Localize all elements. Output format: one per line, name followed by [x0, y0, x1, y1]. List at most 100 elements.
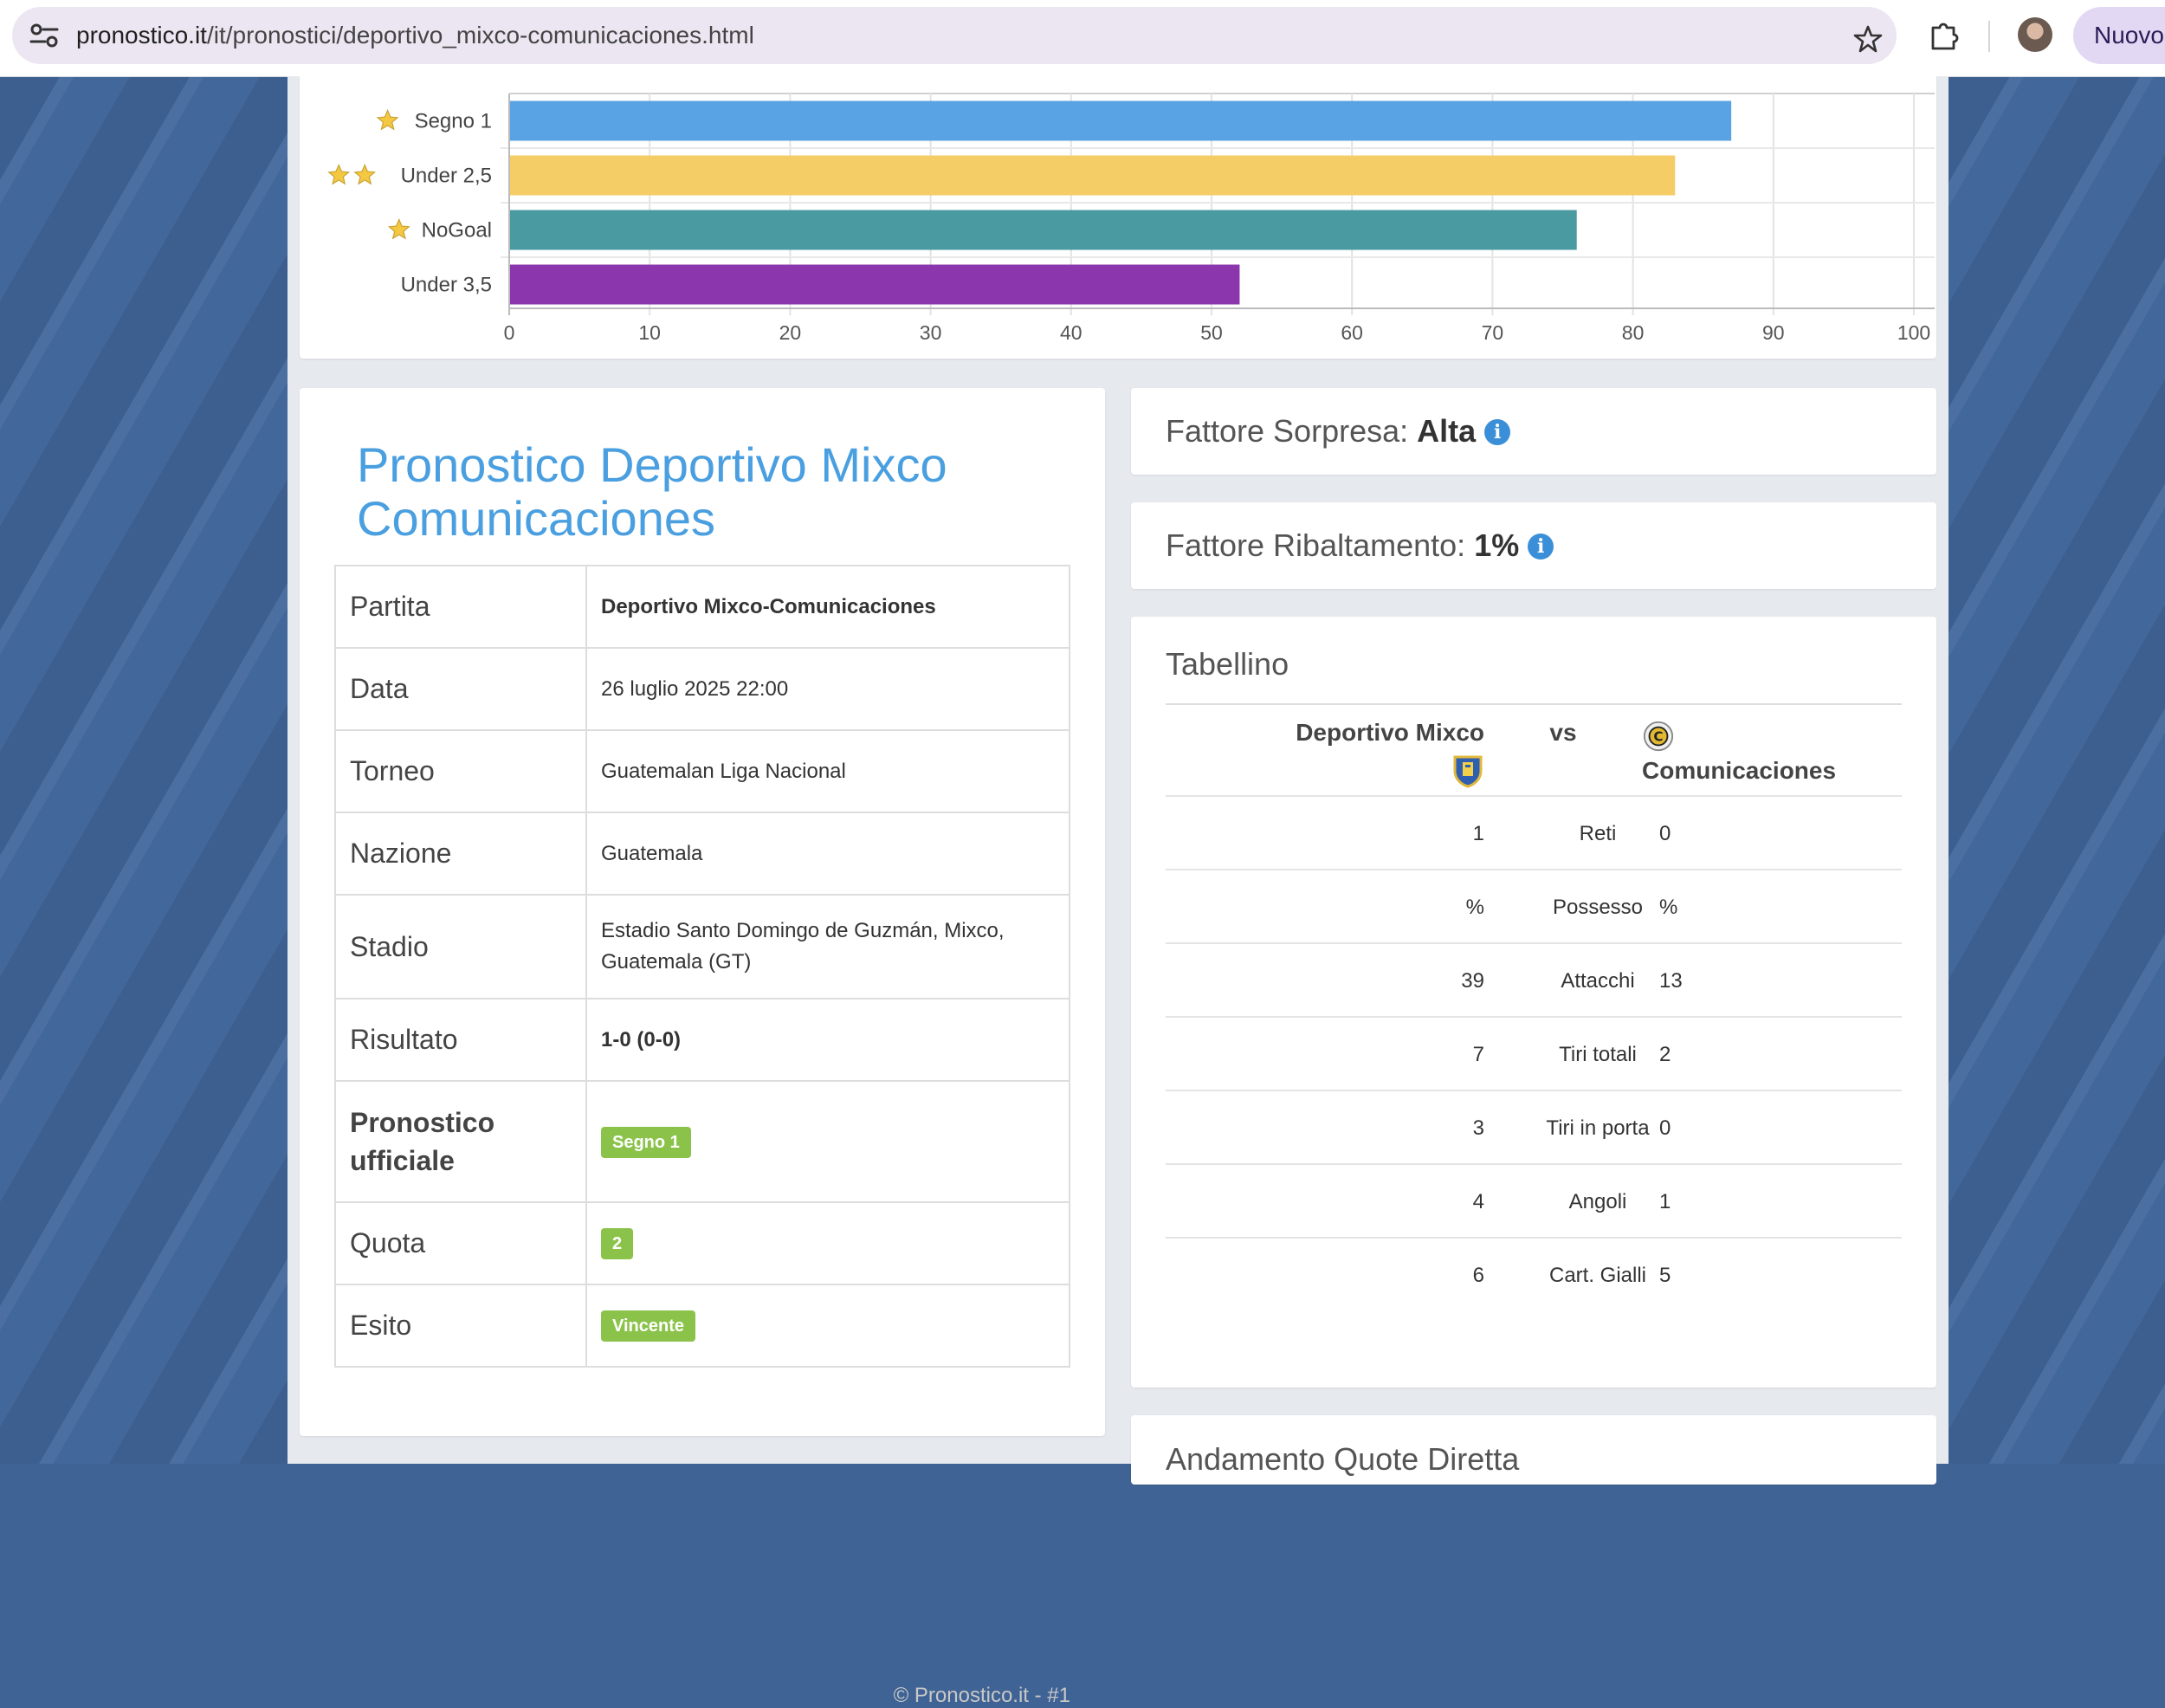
row-label: Esito: [334, 1284, 587, 1368]
home-stat: 1: [1472, 822, 1484, 845]
home-stat: 39: [1461, 969, 1484, 993]
outcome-cell: Vincente: [585, 1284, 1070, 1368]
row-label: Stadio: [334, 894, 587, 1000]
bar: [510, 155, 1676, 196]
x-tick-label: 40: [1060, 321, 1082, 344]
profile-avatar[interactable]: [2018, 17, 2052, 52]
home-team: Deportivo Mixco: [1166, 719, 1484, 788]
stat-row: % Possesso %: [1166, 869, 1902, 944]
url-text[interactable]: pronostico.it/it/pronostici/deportivo_mi…: [76, 7, 754, 64]
away-stat: 0: [1659, 1116, 1671, 1140]
new-tab-button[interactable]: Nuovo: [2073, 7, 2165, 64]
address-bar[interactable]: pronostico.it/it/pronostici/deportivo_mi…: [12, 7, 1897, 64]
table-row: Pronostico ufficiale Segno 1: [334, 1080, 1070, 1203]
stat-row: 4 Angoli 1: [1166, 1163, 1902, 1239]
home-stat: 6: [1472, 1264, 1484, 1287]
star-icon: [327, 163, 351, 185]
stat-row: 6 Cart. Gialli 5: [1166, 1237, 1902, 1312]
away-stat: 5: [1659, 1264, 1671, 1287]
url-host: pronostico.it: [76, 22, 207, 49]
x-tick-label: 70: [1482, 321, 1504, 344]
url-path: /it/pronostici/deportivo_mixco-comunicac…: [206, 22, 754, 49]
info-icon[interactable]: i: [1484, 419, 1511, 445]
odds-badge: 2: [601, 1228, 634, 1259]
bar: [510, 100, 1732, 141]
home-stat: 7: [1472, 1043, 1484, 1066]
extensions-puzzle-icon[interactable]: [1928, 17, 1961, 50]
live-odds-card: Andamento Quote Diretta: [1131, 1415, 1936, 1485]
home-stat: 3: [1472, 1116, 1484, 1140]
live-odds-title: Andamento Quote Diretta: [1166, 1441, 1520, 1477]
star-icon: [387, 217, 410, 240]
prediction-badge: Segno 1: [601, 1126, 691, 1158]
table-row: Risultato 1-0 (0-0): [334, 998, 1070, 1082]
table-row: Stadio Estadio Santo Domingo de Guzmán, …: [334, 894, 1070, 1000]
outcome-badge: Vincente: [601, 1310, 695, 1342]
comeback-factor-label: Fattore Ribaltamento:: [1166, 527, 1466, 563]
table-row: Quota 2: [334, 1201, 1070, 1285]
category-label: Under 3,5: [401, 274, 492, 297]
prediction-cell: Segno 1: [585, 1080, 1070, 1203]
row-label: Risultato: [334, 998, 587, 1082]
svg-text:C: C: [1653, 729, 1663, 745]
row-label: Pronostico ufficiale: [334, 1080, 587, 1203]
star-icon: [353, 163, 377, 185]
x-tick-label: 100: [1897, 321, 1930, 344]
category-label: NoGoal: [422, 219, 492, 243]
table-row: Esito Vincente: [334, 1284, 1070, 1368]
row-label: Torneo: [334, 729, 587, 813]
bookmark-star-icon[interactable]: [1853, 24, 1883, 54]
home-stat: 4: [1472, 1190, 1484, 1213]
x-tick-label: 20: [779, 321, 802, 344]
away-stat: 1: [1659, 1190, 1671, 1213]
x-tick-label: 30: [920, 321, 942, 344]
away-team-crest-icon: C: [1643, 721, 1674, 752]
surprise-factor-card: Fattore Sorpresa: Alta i: [1131, 388, 1936, 475]
star-icon: [376, 108, 399, 131]
row-label: Quota: [334, 1201, 587, 1285]
surprise-factor-label: Fattore Sorpresa:: [1166, 413, 1409, 449]
vs-label: vs: [1549, 719, 1577, 746]
divider: [1166, 703, 1902, 705]
page-title: Pronostico Deportivo Mixco Comunicacione…: [357, 437, 947, 546]
x-tick-label: 50: [1200, 321, 1223, 344]
stadium-name: Estadio Santo Domingo de Guzmán, Mixco, …: [585, 894, 1070, 1000]
surprise-factor-value: Alta: [1417, 413, 1477, 449]
category-label: Under 2,5: [401, 165, 492, 188]
odds-cell: 2: [585, 1201, 1070, 1285]
comeback-factor-card: Fattore Ribaltamento: 1% i: [1131, 502, 1936, 589]
page-content: 0 10 20 30 40 50 60 70 80 90 100 Segno 1 Under 2,5 No…: [288, 76, 1948, 1707]
row-label: Nazione: [334, 812, 587, 896]
table-row: Partita Deportivo Mixco-Comunicaciones: [334, 565, 1070, 649]
stat-row: 3 Tiri in porta 0: [1166, 1090, 1902, 1165]
tournament-name: Guatemalan Liga Nacional: [585, 729, 1070, 813]
info-icon[interactable]: i: [1528, 534, 1554, 560]
table-row: Data 26 luglio 2025 22:00: [334, 647, 1070, 731]
x-tick-label: 10: [638, 321, 661, 344]
home-stat: %: [1465, 896, 1484, 919]
comeback-factor: Fattore Ribaltamento: 1% i: [1166, 502, 1554, 589]
prediction-bar-chart: 0 10 20 30 40 50 60 70 80 90 100 Segno 1 Under 2,5 No…: [327, 93, 1935, 344]
comeback-factor-value: 1%: [1474, 527, 1520, 563]
bar: [510, 264, 1240, 305]
row-label: Data: [334, 647, 587, 731]
stat-row: 7 Tiri totali 2: [1166, 1016, 1902, 1091]
surprise-factor: Fattore Sorpresa: Alta i: [1166, 388, 1511, 475]
match-stats-card: Tabellino Deportivo Mixco vs C Comunicac…: [1131, 617, 1936, 1388]
site-settings-icon[interactable]: [29, 23, 59, 49]
category-label: Segno 1: [415, 110, 492, 133]
copyright-note: © Pronostico.it - #1: [893, 1684, 1070, 1707]
stat-row: 39 Attacchi 13: [1166, 942, 1902, 1018]
match-result: 1-0 (0-0): [585, 998, 1070, 1082]
away-stat: 0: [1659, 822, 1671, 845]
match-date: 26 luglio 2025 22:00: [585, 647, 1070, 731]
row-label: Partita: [334, 565, 587, 649]
browser-toolbar: pronostico.it/it/pronostici/deportivo_mi…: [0, 0, 2165, 77]
x-tick-label: 60: [1341, 321, 1363, 344]
away-stat: 2: [1659, 1043, 1671, 1066]
away-stat: %: [1659, 896, 1678, 919]
home-team-name: Deportivo Mixco: [1296, 719, 1484, 746]
table-row: Nazione Guatemala: [334, 812, 1070, 896]
bar: [510, 210, 1577, 250]
country-name: Guatemala: [585, 812, 1070, 896]
